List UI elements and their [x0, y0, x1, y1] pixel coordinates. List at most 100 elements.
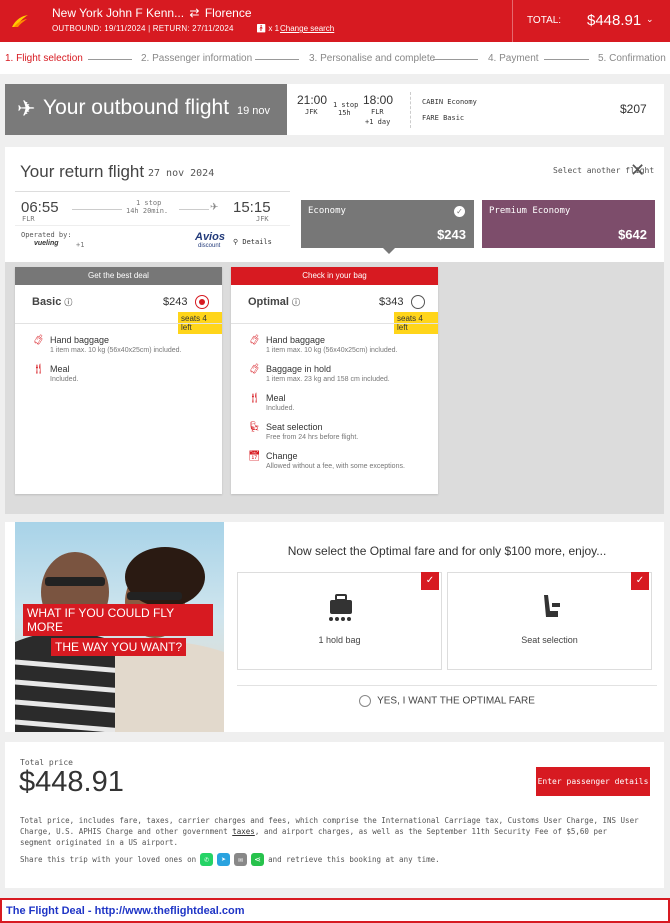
details-link[interactable]: ⚲ Details — [233, 238, 272, 246]
optimal-fare-label: YES, I WANT THE OPTIMAL FARE — [377, 695, 535, 707]
info-icon[interactable]: ⓘ — [64, 298, 72, 307]
airplane-icon: ✈ — [17, 96, 36, 121]
step-personalise: 3. Personalise and complete — [309, 53, 436, 64]
return-dep-time: 06:55 — [21, 199, 59, 216]
return-date: RETURN: 27/11/2024 — [152, 24, 234, 33]
operated-by-label: Operated by: — [21, 231, 72, 239]
passenger-count: 🚹︎ x 1 — [256, 24, 279, 33]
divider — [237, 685, 657, 686]
outbound-arr-code: FLR — [371, 108, 384, 116]
feature-name: Meal — [266, 393, 286, 403]
feature-desc: 1 item max. 10 kg (56x40x25cm) included. — [266, 347, 398, 354]
watermark-footer: The Flight Deal - http://www.theflightde… — [0, 898, 670, 923]
cabin-economy-option[interactable]: Economy ✓ $243 — [301, 200, 474, 248]
close-icon[interactable]: ✕ — [630, 160, 645, 181]
step-connector — [255, 59, 299, 60]
fare-card-basic[interactable]: Get the best deal Basic ⓘ $243 seats 4 l… — [15, 267, 222, 494]
feature-name: Hand baggage — [266, 335, 326, 345]
airplane-icon: ✈ — [210, 202, 219, 213]
return-flight-panel: Your return flight 27 nov 2024 Select an… — [5, 147, 664, 262]
selected-pointer — [383, 248, 395, 254]
change-search-link[interactable]: Change search — [280, 24, 334, 33]
route-line — [179, 209, 209, 210]
promo-line-2: THE WAY YOU WANT? — [51, 638, 187, 656]
top-bar: New York John F Kenn... ⇄ Florence OUTBO… — [0, 0, 670, 42]
avios-logo: Avios — [195, 231, 225, 243]
whatsapp-icon[interactable]: ✆ — [200, 853, 214, 866]
fare-price: $343 — [379, 296, 404, 308]
step-connector — [433, 59, 478, 60]
feature-name: Meal — [50, 364, 70, 374]
feature-name: Baggage in hold — [266, 364, 332, 374]
hand-baggage-icon: 🧳︎ — [248, 335, 261, 346]
benefit-hold-bag: ✓ 1 hold bag — [237, 572, 442, 670]
progress-steps: 1. Flight selection 2. Passenger informa… — [0, 42, 670, 74]
outbound-arr-time: 18:00 — [363, 93, 394, 107]
benefit-label: Seat selection — [521, 635, 578, 645]
person-icon: 🚹︎ — [256, 24, 267, 33]
feature-desc: Free from 24 hrs before flight. — [266, 434, 359, 441]
outbound-date: OUTBOUND: 19/11/2024 — [52, 24, 146, 33]
return-date: 27 nov 2024 — [148, 168, 215, 179]
fare-name-text: Basic — [32, 296, 62, 308]
share-text-end: and retrieve this booking at any time. — [268, 855, 440, 864]
hand-baggage-icon: 🧳︎ — [32, 335, 45, 346]
outbound-date: 19 nov — [237, 105, 271, 117]
outbound-divider — [410, 92, 411, 128]
outbound-stops: 1 stop — [333, 101, 359, 109]
operator-extra-count: +1 — [76, 241, 85, 249]
couple-photo: WHAT IF YOU COULD FLY MORE THE WAY YOU W… — [15, 522, 224, 732]
fare-name: Basic ⓘ — [32, 296, 72, 308]
optimal-fare-option[interactable]: YES, I WANT THE OPTIMAL FARE — [237, 695, 657, 707]
share-icon[interactable]: ⋖ — [251, 853, 265, 866]
header-total-label: TOTAL: — [527, 15, 562, 26]
enter-passenger-details-button[interactable]: Enter passenger details — [536, 767, 650, 796]
fare-label: FARE — [422, 114, 439, 122]
outbound-duration: 15h — [338, 109, 351, 117]
header-divider — [512, 0, 513, 42]
fare-price: $243 — [163, 296, 188, 308]
header-total-amount[interactable]: $448.91 — [587, 12, 641, 29]
info-icon[interactable]: ⓘ — [292, 298, 300, 307]
optimal-fare-radio[interactable] — [359, 695, 372, 707]
chevron-down-icon[interactable]: ⌄ — [646, 14, 654, 25]
fare-radio[interactable] — [411, 295, 425, 309]
route-summary: New York John F Kenn... ⇄ Florence — [52, 6, 252, 20]
fare-card-optimal[interactable]: Check in your bag Optimal ⓘ $343 seats 4… — [231, 267, 438, 494]
step-passenger-information: 2. Passenger information — [141, 53, 253, 64]
destination-city: Florence — [204, 6, 252, 20]
outbound-flight-summary[interactable]: ✈ Your outbound flight 19 nov 21:00 JFK … — [5, 84, 664, 135]
outbound-dep-code: JFK — [305, 108, 318, 116]
return-dep-code: FLR — [22, 215, 35, 223]
cabin-premium-economy-option[interactable]: Premium Economy $642 — [482, 200, 655, 248]
fare-name: Optimal ⓘ — [248, 296, 300, 308]
fare-radio-selected[interactable] — [195, 295, 209, 309]
feature-name: Hand baggage — [50, 335, 110, 345]
step-connector — [544, 59, 589, 60]
calendar-change-icon: 📅︎ — [248, 451, 261, 462]
cabin-name: Premium Economy — [489, 206, 571, 216]
origin-city: New York John F Kenn... — [52, 6, 185, 20]
taxes-link[interactable]: taxes — [232, 827, 255, 836]
fare-name-text: Optimal — [248, 296, 289, 308]
check-icon: ✓ — [631, 572, 649, 590]
cabin-price: $642 — [618, 227, 647, 242]
radio-dot — [199, 299, 205, 305]
feature-name: Seat selection — [266, 422, 323, 432]
divider — [231, 323, 438, 324]
fare-options-panel: Get the best deal Basic ⓘ $243 seats 4 l… — [5, 262, 664, 514]
round-trip-arrows-icon: ⇄ — [189, 6, 200, 20]
email-icon[interactable]: ✉ — [234, 853, 248, 866]
outbound-day-offset: +1 day — [365, 118, 391, 126]
telegram-icon[interactable]: ➤ — [217, 853, 231, 866]
step-confirmation: 5. Confirmation — [598, 53, 666, 64]
fare-value: Basic — [443, 114, 465, 122]
total-price-section: Total price $448.91 Enter passenger deta… — [5, 742, 664, 888]
promo-headline: Now select the Optimal fare and for only… — [287, 544, 607, 558]
airline-logo — [0, 0, 40, 42]
feature-desc: 1 item max. 10 kg (56x40x25cm) included. — [50, 347, 182, 354]
divider — [15, 323, 222, 324]
price-disclaimer: Total price, includes fare, taxes, carri… — [20, 815, 640, 848]
cabin-value: Economy — [447, 98, 477, 106]
check-icon: ✓ — [421, 572, 439, 590]
